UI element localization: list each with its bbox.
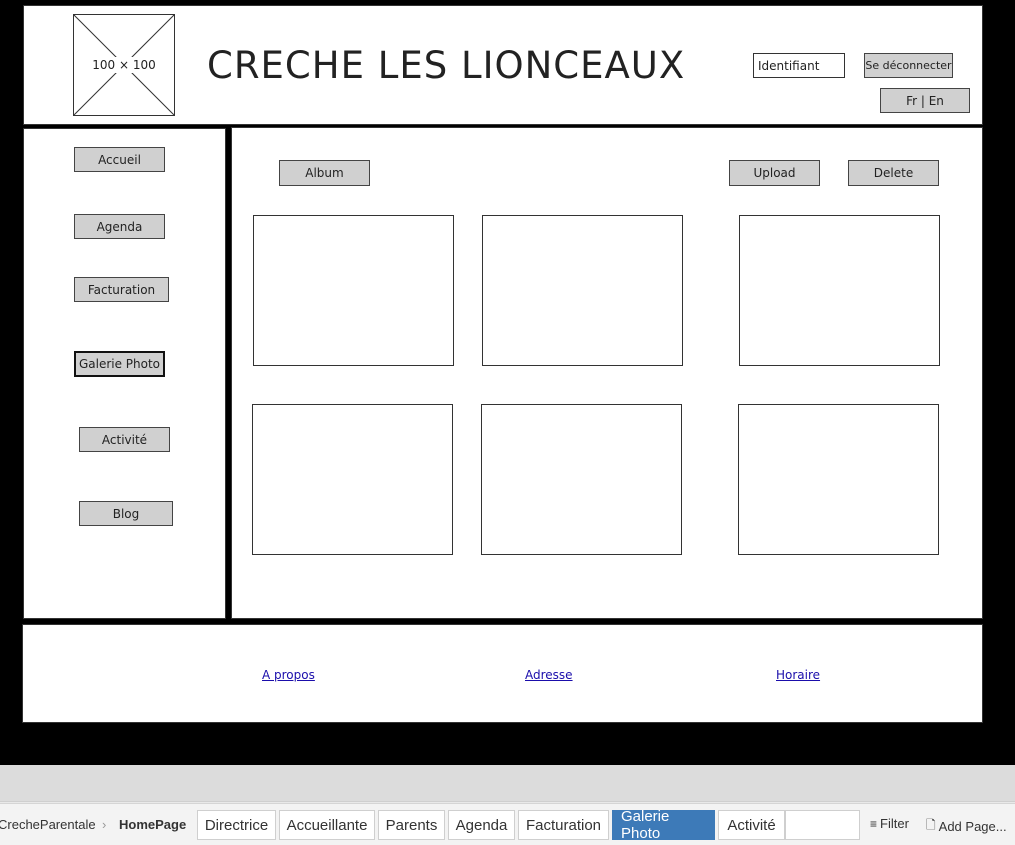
site-title: CRECHE LES LIONCEAUX xyxy=(207,44,686,87)
add-page-button[interactable]: 🗋 Add Page... xyxy=(926,816,1007,837)
filter-button[interactable]: ≡ Filter xyxy=(870,816,909,831)
gallery-panel: Album Upload Delete xyxy=(231,127,983,619)
filter-icon: ≡ xyxy=(870,816,878,831)
sidebar-item-facturation[interactable]: Facturation xyxy=(74,277,169,302)
language-toggle[interactable]: Fr | En xyxy=(880,88,970,113)
tab-galerie-photo[interactable]: Galerie Photo xyxy=(612,808,715,842)
photo-thumbnail[interactable] xyxy=(481,404,682,555)
breadcrumb-page[interactable]: HomePage xyxy=(119,817,186,832)
photo-thumbnail[interactable] xyxy=(253,215,454,366)
footer-link-adresse[interactable]: Adresse xyxy=(525,668,573,682)
delete-button[interactable]: Delete xyxy=(848,160,939,186)
logo-placeholder-label: 100 × 100 xyxy=(92,58,156,72)
login-input[interactable] xyxy=(753,53,845,78)
page-tab-bar: CrecheParentale › HomePage Directrice Ac… xyxy=(0,803,1015,845)
photo-thumbnail[interactable] xyxy=(482,215,683,366)
tab-parents[interactable]: Parents xyxy=(378,810,445,840)
tab-activite[interactable]: Activité xyxy=(718,810,785,840)
tab-directrice[interactable]: Directrice xyxy=(197,810,276,840)
tab-empty-slot xyxy=(785,810,860,840)
add-page-label: Add Page... xyxy=(938,819,1007,834)
header-panel: 100 × 100 CRECHE LES LIONCEAUX Se déconn… xyxy=(23,5,983,125)
upload-button[interactable]: Upload xyxy=(729,160,820,186)
footer-panel: A propos Adresse Horaire xyxy=(22,624,983,723)
scroll-strip xyxy=(0,765,1015,802)
breadcrumb-project[interactable]: CrecheParentale xyxy=(0,817,96,832)
tab-facturation[interactable]: Facturation xyxy=(518,810,609,840)
add-page-icon: 🗋 xyxy=(926,818,936,832)
tab-accueillante[interactable]: Accueillante xyxy=(279,810,375,840)
sidebar-item-accueil[interactable]: Accueil xyxy=(74,147,165,172)
logo-placeholder: 100 × 100 xyxy=(73,14,175,116)
sidebar-item-agenda[interactable]: Agenda xyxy=(74,214,165,239)
footer-link-a-propos[interactable]: A propos xyxy=(262,668,315,682)
tab-agenda[interactable]: Agenda xyxy=(448,810,515,840)
photo-thumbnail[interactable] xyxy=(252,404,453,555)
filter-label: Filter xyxy=(880,816,909,831)
footer-link-horaire[interactable]: Horaire xyxy=(776,668,820,682)
sidebar-item-galerie-photo[interactable]: Galerie Photo xyxy=(74,351,165,377)
photo-thumbnail[interactable] xyxy=(739,215,940,366)
sidebar-item-blog[interactable]: Blog xyxy=(79,501,173,526)
photo-thumbnail[interactable] xyxy=(738,404,939,555)
album-button[interactable]: Album xyxy=(279,160,370,186)
logout-button[interactable]: Se déconnecter xyxy=(864,53,953,78)
sidebar-panel: Accueil Agenda Facturation Galerie Photo… xyxy=(23,128,226,619)
chevron-right-icon: › xyxy=(102,817,107,832)
sidebar-item-activite[interactable]: Activité xyxy=(79,427,170,452)
